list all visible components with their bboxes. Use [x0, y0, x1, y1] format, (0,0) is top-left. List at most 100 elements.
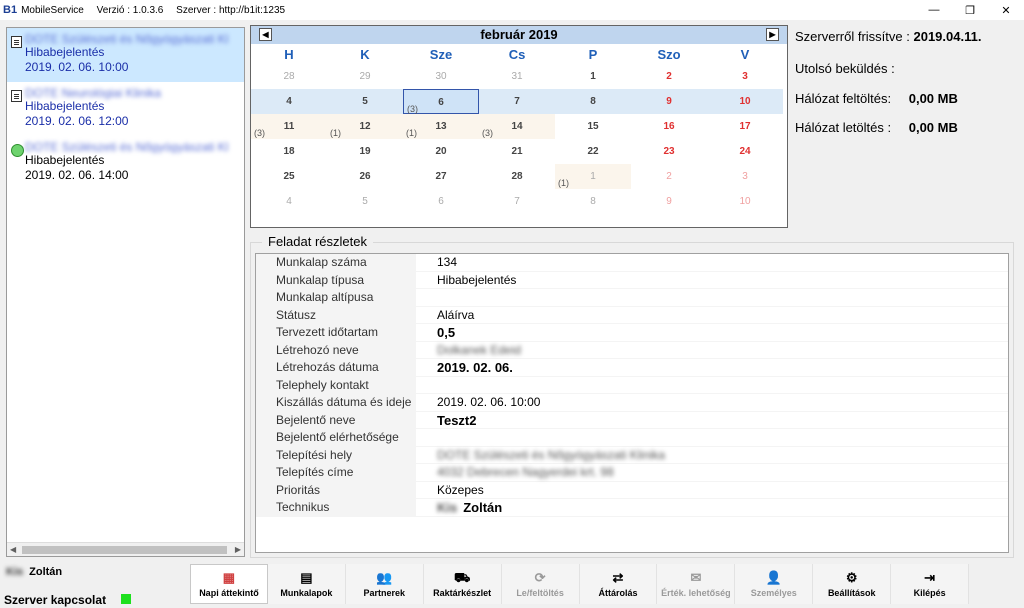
task-date: 2019. 02. 06. 14:00 — [25, 168, 129, 182]
calendar-day[interactable]: 28 — [479, 164, 555, 189]
calendar-day[interactable]: 8 — [555, 89, 631, 114]
calendar-day[interactable]: 8 — [555, 189, 631, 214]
day-number: 13 — [435, 121, 447, 132]
calendar-day[interactable]: 6 — [403, 189, 479, 214]
day-number: 18 — [283, 146, 295, 157]
toolbar-button-sync[interactable]: ⟳ Le/feltöltés — [502, 564, 580, 604]
weekday-header: Szo — [657, 47, 681, 62]
toolbar-button-calendar[interactable]: ▦ Napi áttekintő — [190, 564, 268, 604]
detail-label: Bejelentő elérhetősége — [256, 429, 416, 446]
calendar-day[interactable]: 27 — [403, 164, 479, 189]
calendar-day[interactable]: 2 — [631, 64, 707, 89]
server-status-indicator — [121, 594, 131, 604]
calendar-day[interactable]: 25 — [251, 164, 327, 189]
detail-row: Munkalap típusa Hibabejelentés — [256, 271, 1008, 289]
calendar-day[interactable]: (1) 13 — [403, 114, 479, 139]
toolbar-button-person[interactable]: 👤 Személyes — [735, 564, 814, 604]
server-address: Szerver : http://b1it:1235 — [176, 4, 286, 16]
task-item[interactable]: DOTE Szülészeti és Nőgyógyászati Kl Hiba… — [7, 136, 244, 190]
day-number: 3 — [742, 71, 748, 82]
restore-button[interactable]: ❐ — [952, 0, 988, 20]
calendar-day[interactable]: 7 — [479, 189, 555, 214]
scrollbar-thumb[interactable] — [22, 546, 227, 554]
calendar-day[interactable]: 4 — [251, 189, 327, 214]
calendar-day[interactable]: 9 — [631, 189, 707, 214]
calendar-day[interactable]: 29 — [327, 64, 403, 89]
task-item[interactable]: DOTE Neurológiai Klinika Hibabejelentés … — [7, 82, 244, 136]
calendar-day[interactable]: 28 — [251, 64, 327, 89]
close-button[interactable]: ✕ — [988, 0, 1024, 20]
calendar-day[interactable]: 3 — [707, 164, 783, 189]
calendar-day[interactable]: 23 — [631, 139, 707, 164]
toolbar-button-documents[interactable]: ▤ Munkalapok — [268, 564, 346, 604]
calendar-day[interactable]: 1 — [555, 64, 631, 89]
detail-row: Bejelentő neve Teszt2 — [256, 411, 1008, 429]
detail-row: Tervezett időtartam 0,5 — [256, 324, 1008, 342]
day-number: 2 — [666, 171, 672, 182]
calendar-day[interactable]: 30 — [403, 64, 479, 89]
calendar-day[interactable]: (1) 1 — [555, 164, 631, 189]
day-number: 2 — [666, 71, 672, 82]
calendar-day[interactable]: 10 — [707, 89, 783, 114]
day-number: 19 — [359, 146, 371, 157]
day-number: 14 — [511, 121, 523, 132]
detail-value: Közepes — [437, 482, 484, 497]
user-name: Zoltán — [29, 566, 63, 578]
toolbar-button-users[interactable]: 👥 Partnerek — [346, 564, 424, 604]
detail-value — [416, 377, 1008, 394]
toolbar-button-exit[interactable]: ⇥ Kilépés — [891, 564, 970, 604]
calendar-day[interactable]: 24 — [707, 139, 783, 164]
calendar-day[interactable]: 15 — [555, 114, 631, 139]
toolbar-button-chat[interactable]: ✉ Érték. lehetőség — [657, 564, 736, 604]
detail-row: Telephely kontakt — [256, 376, 1008, 394]
day-number: 27 — [435, 171, 447, 182]
task-item[interactable]: DOTE Szülészeti és Nőgyógyászati Kl Hiba… — [7, 28, 244, 82]
weekday-header: Cs — [508, 47, 526, 62]
day-number: 4 — [286, 96, 292, 107]
calendar-day[interactable]: (1) 12 — [327, 114, 403, 139]
calendar-day[interactable]: 21 — [479, 139, 555, 164]
minimize-button[interactable]: — — [916, 0, 952, 20]
day-number: 28 — [511, 171, 523, 182]
calendar-day[interactable]: 5 — [327, 189, 403, 214]
calendar-day[interactable]: (3) 11 — [251, 114, 327, 139]
detail-label: Bejelentő neve — [256, 411, 416, 428]
calendar-day[interactable]: 19 — [327, 139, 403, 164]
day-number: 17 — [739, 121, 751, 132]
calendar-day[interactable]: 2 — [631, 164, 707, 189]
task-type: Hibabejelentés — [25, 153, 105, 167]
toolbar-button-truck[interactable]: ⛟ Raktárkészlet — [424, 564, 502, 604]
detail-value: DOTE Szülészeti és Nőgyógyászati Klinika — [437, 447, 666, 462]
calendar-day[interactable]: 22 — [555, 139, 631, 164]
scroll-left-icon[interactable]: ◀ — [10, 545, 16, 554]
calendar-day[interactable]: (3) 6 — [403, 89, 479, 114]
calendar-grid: H K Sze Cs P Szo V 28 29 30 31 1 2 3 4 5 (3) 6 7 8 9 10 (3) 11(… — [251, 44, 783, 214]
calendar-day[interactable]: 4 — [251, 89, 327, 114]
calendar-day[interactable]: (3) 14 — [479, 114, 555, 139]
calendar-day[interactable]: 5 — [327, 89, 403, 114]
detail-label: Létrehozó neve — [256, 341, 416, 358]
calendar[interactable]: ◀ február 2019 ▶ H K Sze Cs P Szo V 28 29 30 31 1 2 3… — [250, 25, 788, 228]
calendar-day[interactable]: 26 — [327, 164, 403, 189]
calendar-day[interactable]: 31 — [479, 64, 555, 89]
toolbar-button-label: Beállítások — [827, 588, 876, 598]
calendar-day[interactable]: 18 — [251, 139, 327, 164]
detail-label: Kiszállás dátuma és ideje — [256, 394, 416, 411]
calendar-day[interactable]: 7 — [479, 89, 555, 114]
toolbar-button-transfer[interactable]: ⇄ Áttárolás — [580, 564, 658, 604]
detail-value: 2019. 02. 06. — [437, 360, 513, 375]
scroll-right-icon[interactable]: ▶ — [235, 545, 241, 554]
detail-label: Technikus — [256, 499, 416, 516]
toolbar-button-gear[interactable]: ⚙ Beállítások — [813, 564, 892, 604]
calendar-day[interactable]: 10 — [707, 189, 783, 214]
calendar-day[interactable]: 20 — [403, 139, 479, 164]
horizontal-scrollbar[interactable]: ◀ ▶ — [7, 542, 244, 556]
prev-month-button[interactable]: ◀ — [259, 28, 272, 41]
task-list[interactable]: DOTE Szülészeti és Nőgyógyászati Kl Hiba… — [6, 27, 245, 557]
task-type: Hibabejelentés — [25, 99, 105, 113]
calendar-day[interactable]: 3 — [707, 64, 783, 89]
calendar-day[interactable]: 9 — [631, 89, 707, 114]
calendar-day[interactable]: 16 — [631, 114, 707, 139]
calendar-day[interactable]: 17 — [707, 114, 783, 139]
next-month-button[interactable]: ▶ — [766, 28, 779, 41]
